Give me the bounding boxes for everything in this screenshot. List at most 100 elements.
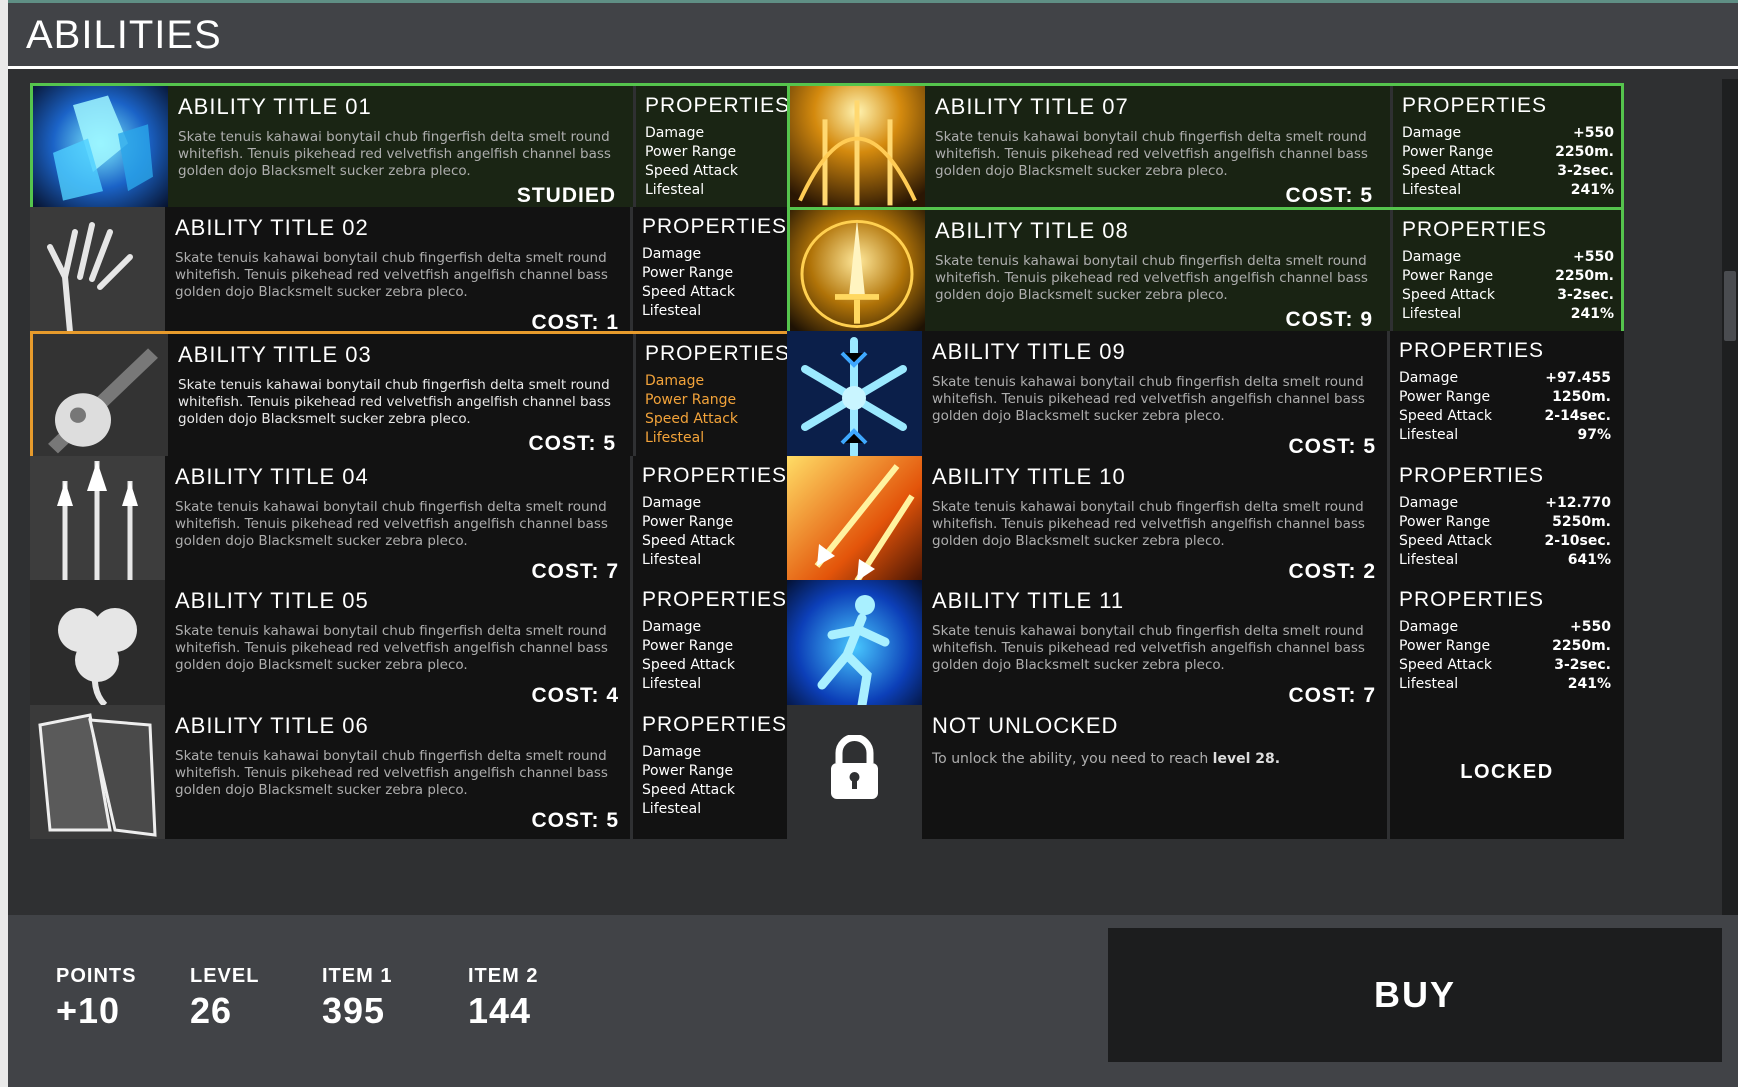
property-label: Power Range — [645, 144, 737, 160]
property-label: Lifesteal — [642, 801, 702, 817]
properties-title: PROPERTIES — [1399, 339, 1544, 362]
ability-card[interactable]: ABILITY TITLE 11 Skate tenuis kahawai bo… — [787, 580, 1624, 714]
ability-card[interactable]: ABILITY TITLE 08 Skate tenuis kahawai bo… — [787, 207, 1624, 341]
property-row: Power Range 1250m. — [1399, 388, 1611, 407]
ability-card[interactable]: ABILITY TITLE 03 Skate tenuis kahawai bo… — [30, 331, 867, 465]
lock-thumb — [787, 705, 922, 839]
property-label: Speed Attack — [642, 657, 736, 673]
stat-item-2: ITEM 2 144 — [468, 965, 538, 1032]
stat-label: ITEM 2 — [468, 965, 539, 987]
locked-message-text: To unlock the ability, you need to reach — [932, 751, 1213, 767]
property-value: 2-14sec. — [1544, 408, 1611, 424]
property-row: Lifesteal 97% — [1399, 426, 1611, 445]
ability-description: Skate tenuis kahawai bonytail chub finge… — [175, 499, 608, 549]
property-label: Damage — [1399, 370, 1459, 386]
ability-title: ABILITY TITLE 03 — [178, 342, 372, 367]
abilities-window: ABILITIES ABILITY TITLE 01 Skate tenuis … — [8, 0, 1738, 1087]
property-value: 1250m. — [1552, 389, 1611, 405]
property-label: Power Range — [642, 763, 734, 779]
ability-status: COST: 5 — [531, 809, 619, 832]
ability-card[interactable]: ABILITY TITLE 09 Skate tenuis kahawai bo… — [787, 331, 1624, 465]
ability-card[interactable]: ABILITY TITLE 10 Skate tenuis kahawai bo… — [787, 456, 1624, 590]
ability-title: ABILITY TITLE 10 — [932, 464, 1126, 489]
ability-card[interactable]: ABILITY TITLE 02 Skate tenuis kahawai bo… — [30, 207, 867, 341]
ability-title: ABILITY TITLE 04 — [175, 464, 369, 489]
ability-info: ABILITY TITLE 10 Skate tenuis kahawai bo… — [932, 464, 1382, 550]
property-value: 3-2sec. — [1557, 163, 1614, 179]
property-value: 241% — [1567, 676, 1611, 692]
ability-thumb — [30, 705, 165, 839]
properties-panel: PROPERTIES Damage +97.455 Power Range 12… — [1399, 339, 1611, 445]
card-divider — [630, 580, 633, 714]
property-value: +550 — [1573, 125, 1614, 141]
ability-card[interactable]: ABILITY TITLE 05 Skate tenuis kahawai bo… — [30, 580, 867, 714]
card-divider — [1390, 210, 1393, 338]
property-label: Damage — [642, 495, 702, 511]
stat-value: +10 — [56, 990, 121, 1031]
property-row: Power Range 2250m. — [1402, 143, 1614, 162]
ability-status: COST: 9 — [1285, 308, 1373, 331]
scrollbar-track[interactable] — [1722, 79, 1738, 915]
card-divider — [630, 207, 633, 341]
card-divider — [633, 334, 636, 462]
stat-value: 395 — [322, 990, 386, 1031]
ability-info: ABILITY TITLE 08 Skate tenuis kahawai bo… — [935, 218, 1385, 304]
locked-message: To unlock the ability, you need to reach… — [932, 751, 1280, 767]
property-label: Damage — [642, 619, 702, 635]
card-divider — [1390, 86, 1393, 214]
property-row: Damage +97.455 — [1399, 369, 1611, 388]
golden-arrows-icon — [790, 86, 925, 214]
properties-panel: PROPERTIES Damage +550 Power Range 2250m… — [1399, 588, 1611, 694]
required-level: level 28. — [1212, 751, 1281, 767]
property-value: 5250m. — [1552, 514, 1611, 530]
card-divider — [1387, 456, 1390, 590]
property-row: Damage +12.770 — [1399, 494, 1611, 513]
property-value: 3-2sec. — [1557, 287, 1614, 303]
property-row: Speed Attack 2-14sec. — [1399, 407, 1611, 426]
ability-status: COST: 5 — [1285, 184, 1373, 207]
property-label: Lifesteal — [1399, 427, 1459, 443]
properties-title: PROPERTIES — [1399, 588, 1544, 611]
property-value: 2250m. — [1555, 268, 1614, 284]
property-label: Speed Attack — [642, 284, 736, 300]
property-label: Damage — [645, 125, 705, 141]
property-label: Lifesteal — [642, 676, 702, 692]
property-label: Damage — [645, 373, 705, 389]
ability-card[interactable]: ABILITY TITLE 07 Skate tenuis kahawai bo… — [787, 83, 1624, 217]
ability-thumb — [30, 207, 165, 341]
property-label: Speed Attack — [1399, 657, 1493, 673]
stat-label: POINTS — [56, 965, 137, 987]
property-value: 241% — [1570, 182, 1614, 198]
property-value: +97.455 — [1545, 370, 1611, 386]
properties-title: PROPERTIES — [1402, 218, 1547, 241]
property-label: Damage — [1402, 249, 1462, 265]
ability-card[interactable]: ABILITY TITLE 01 Skate tenuis kahawai bo… — [30, 83, 867, 217]
property-label: Power Range — [642, 638, 734, 654]
ability-card[interactable]: ABILITY TITLE 04 Skate tenuis kahawai bo… — [30, 456, 867, 590]
property-row: Damage +550 — [1399, 618, 1611, 637]
card-divider — [1387, 580, 1390, 714]
ability-info: ABILITY TITLE 07 Skate tenuis kahawai bo… — [935, 94, 1385, 180]
ability-description: Skate tenuis kahawai bonytail chub finge… — [175, 748, 608, 798]
ability-info: ABILITY TITLE 09 Skate tenuis kahawai bo… — [932, 339, 1382, 425]
buy-button[interactable]: BUY — [1108, 928, 1722, 1062]
locked-status: LOCKED — [1460, 760, 1554, 783]
property-label: Damage — [642, 744, 702, 760]
ability-description: Skate tenuis kahawai bonytail chub finge… — [932, 623, 1365, 673]
scrollbar-thumb[interactable] — [1724, 271, 1736, 341]
card-divider — [630, 705, 633, 839]
property-label: Speed Attack — [1399, 408, 1493, 424]
ability-card[interactable]: ABILITY TITLE 06 Skate tenuis kahawai bo… — [30, 705, 867, 839]
ability-thumb — [790, 210, 925, 338]
property-value: 3-2sec. — [1554, 657, 1611, 673]
property-label: Lifesteal — [642, 303, 702, 319]
ability-status: STUDIED — [516, 184, 616, 207]
ability-description: Skate tenuis kahawai bonytail chub finge… — [932, 374, 1365, 424]
ability-title: ABILITY TITLE 02 — [175, 215, 369, 240]
ability-description: Skate tenuis kahawai bonytail chub finge… — [932, 499, 1365, 549]
scroll-icon — [30, 705, 165, 839]
ability-description: Skate tenuis kahawai bonytail chub finge… — [175, 250, 608, 300]
property-row: Speed Attack 2-10sec. — [1399, 532, 1611, 551]
property-row: Speed Attack 3-2sec. — [1402, 162, 1614, 181]
page-title: ABILITIES — [26, 13, 222, 57]
